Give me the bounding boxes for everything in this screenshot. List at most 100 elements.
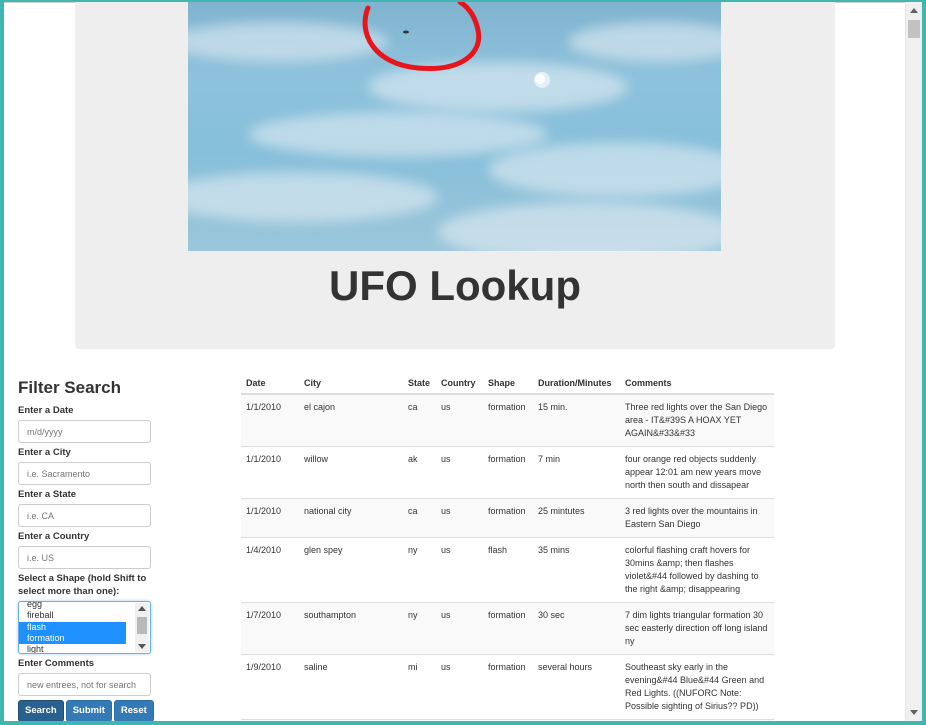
shape-option[interactable]: light bbox=[19, 644, 150, 653]
circle-annotation-icon bbox=[362, 2, 550, 88]
filter-form: Filter Search Enter a Date Enter a City … bbox=[18, 378, 158, 721]
results-table: Date City State Country Shape Duration/M… bbox=[241, 372, 774, 721]
table-cell: glen spey bbox=[299, 537, 403, 603]
table-cell: ny bbox=[403, 537, 436, 603]
search-button[interactable]: Search bbox=[18, 700, 64, 721]
table-cell: formation bbox=[483, 602, 533, 655]
state-label: Enter a State bbox=[18, 489, 77, 500]
shape-option[interactable]: fireball bbox=[19, 610, 150, 621]
shape-label: Select a Shape (hold Shift to select mor… bbox=[18, 573, 147, 597]
table-cell: 30 sec bbox=[533, 602, 620, 655]
date-input[interactable] bbox=[18, 420, 151, 443]
scroll-thumb[interactable] bbox=[908, 20, 920, 38]
table-cell: Southeast sky early in the evening&#44 B… bbox=[620, 654, 774, 720]
table-cell: 30 seconds bbox=[533, 719, 620, 721]
table-cell: 1/7/2010 bbox=[241, 602, 299, 655]
table-cell: 25 mintutes bbox=[533, 498, 620, 538]
table-cell: ny bbox=[403, 602, 436, 655]
button-group: Search Submit Reset bbox=[18, 700, 158, 721]
scroll-up-icon[interactable] bbox=[138, 606, 146, 611]
table-cell: formation bbox=[483, 393, 533, 447]
table-cell: several hours bbox=[533, 654, 620, 720]
comments-label: Enter Comments bbox=[18, 658, 95, 669]
table-cell: el cajon bbox=[299, 393, 403, 447]
shape-select[interactable]: egg fireball flash formation light bbox=[18, 601, 151, 654]
table-cell: us bbox=[436, 498, 483, 538]
table-cell: us bbox=[436, 537, 483, 603]
table-cell: flash bbox=[483, 719, 533, 721]
table-cell: ak bbox=[403, 446, 436, 499]
scroll-up-icon[interactable] bbox=[910, 8, 918, 13]
table-cell: 1/1/2010 bbox=[241, 393, 299, 447]
table-cell: il bbox=[403, 719, 436, 721]
table-cell: us bbox=[436, 446, 483, 499]
table-cell: us bbox=[436, 719, 483, 721]
table-cell: 1/1/2010 bbox=[241, 446, 299, 499]
city-input[interactable] bbox=[18, 462, 151, 485]
table-cell: elmwood park bbox=[299, 719, 403, 721]
table-row: 1/9/2010 saline mi us formation several hours… bbox=[241, 654, 774, 720]
select-scrollbar[interactable] bbox=[135, 603, 149, 652]
table-cell: 1/1/2010 bbox=[241, 498, 299, 538]
column-header: Country bbox=[436, 372, 483, 395]
table-cell: 35 mins bbox=[533, 537, 620, 603]
column-header: Date bbox=[241, 372, 299, 395]
page-title: UFO Lookup bbox=[329, 262, 581, 309]
table-row: 1/7/2010 southampton ny us formation 30 sec 7 … bbox=[241, 602, 774, 655]
table-cell: saline bbox=[299, 654, 403, 720]
table-body: 1/1/2010 el cajon ca us formation 15 min. Thre… bbox=[241, 393, 774, 721]
table-cell: us bbox=[436, 654, 483, 720]
table-cell: four orange red objects suddenly appear … bbox=[620, 446, 774, 499]
country-input[interactable] bbox=[18, 546, 151, 569]
column-header: State bbox=[403, 372, 436, 395]
table-cell: colorful flashing craft hovers for 30min… bbox=[620, 537, 774, 603]
table-row: 1/1/2010 willow ak us formation 7 min four ora… bbox=[241, 446, 774, 499]
table-row: 1/1/2010 national city ca us formation 25 min… bbox=[241, 498, 774, 538]
submit-button[interactable]: Submit bbox=[65, 700, 112, 721]
table-cell: ca bbox=[403, 498, 436, 538]
table-row: 1/4/2010 glen spey ny us flash 35 mins colorfu… bbox=[241, 537, 774, 603]
table-cell: national city bbox=[299, 498, 403, 538]
ufo-photo bbox=[188, 2, 721, 251]
table-cell: formation bbox=[483, 446, 533, 499]
reset-button[interactable]: Reset bbox=[113, 700, 154, 721]
table-cell: us bbox=[436, 393, 483, 447]
table-cell: 7 dim lights triangular formation 30 sec… bbox=[620, 602, 774, 655]
column-header: Comments bbox=[620, 372, 774, 395]
table-cell: mi bbox=[403, 654, 436, 720]
shape-option[interactable]: egg bbox=[19, 602, 150, 610]
table-cell: formation bbox=[483, 498, 533, 538]
table-cell: willow bbox=[299, 446, 403, 499]
scroll-thumb[interactable] bbox=[137, 617, 147, 634]
table-cell: ca bbox=[403, 393, 436, 447]
table-cell: 1/9/2010 bbox=[241, 654, 299, 720]
table-header-row: Date City State Country Shape Duration/M… bbox=[241, 372, 774, 395]
table-cell: 7 min bbox=[533, 446, 620, 499]
jumbotron: UFO Lookup bbox=[75, 2, 835, 349]
table-cell: flash bbox=[483, 537, 533, 603]
scroll-down-icon[interactable] bbox=[138, 644, 146, 649]
table-cell: 3 red lights over the mountains in Easte… bbox=[620, 498, 774, 538]
date-label: Enter a Date bbox=[18, 405, 74, 416]
filter-heading: Filter Search bbox=[18, 378, 121, 397]
shape-option-selected[interactable]: flash bbox=[19, 621, 126, 633]
column-header: Duration/Minutes bbox=[533, 372, 620, 395]
column-header: Shape bbox=[483, 372, 533, 395]
browser-window: UFO Lookup Filter Search Enter a Date En… bbox=[4, 2, 922, 721]
table-row: 1/1/2010 el cajon ca us formation 15 min. Thre… bbox=[241, 393, 774, 447]
page-scrollbar[interactable] bbox=[905, 2, 922, 721]
table-cell: southampton bbox=[299, 602, 403, 655]
scroll-down-icon[interactable] bbox=[910, 710, 918, 715]
table-row: 1/10/2010elmwood parkilusflash30 seconds… bbox=[241, 719, 774, 721]
table-cell: Two flashes quickly whisk into the bbox=[620, 719, 774, 721]
table-cell: 1/10/2010 bbox=[241, 719, 299, 721]
results-table-container: Date City State Country Shape Duration/M… bbox=[241, 372, 774, 721]
city-label: Enter a City bbox=[18, 447, 71, 458]
state-input[interactable] bbox=[18, 504, 151, 527]
table-cell: 15 min. bbox=[533, 393, 620, 447]
table-cell: Three red lights over the San Diego area… bbox=[620, 393, 774, 447]
country-label: Enter a Country bbox=[18, 531, 90, 542]
comments-input[interactable] bbox=[18, 673, 151, 696]
table-cell: formation bbox=[483, 654, 533, 720]
shape-option-selected[interactable]: formation bbox=[19, 632, 126, 645]
